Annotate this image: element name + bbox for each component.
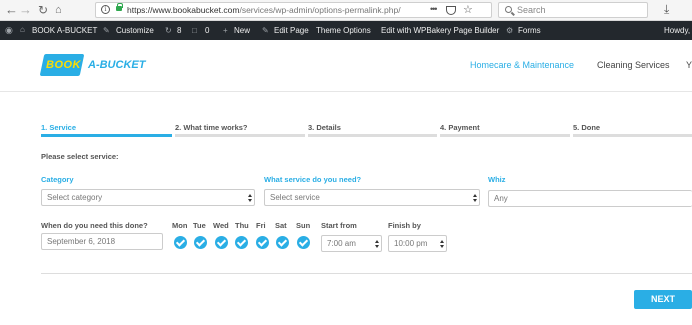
day-checkbox-sun[interactable] <box>297 236 310 249</box>
wp-admin-bar: ◉ ⌂ BOOK A-BUCKET ✎ Customize ↻ 8 □ 0 + … <box>0 21 692 40</box>
address-bar[interactable]: i https://www.bookabucket.com/services/w… <box>95 2 492 18</box>
home-icon[interactable]: ⌂ <box>20 25 25 34</box>
updates-count[interactable]: 8 <box>177 26 181 35</box>
section-title: Please select service: <box>41 152 119 161</box>
step-progress-done <box>573 134 692 137</box>
day-label-thu: Thu <box>235 221 249 230</box>
day-label-fri: Fri <box>256 221 266 230</box>
url-text: https://www.bookabucket.com/services/wp-… <box>127 5 401 15</box>
category-select-value: Select category <box>47 193 103 202</box>
day-label-sat: Sat <box>275 221 287 230</box>
day-label-sun: Sun <box>296 221 311 230</box>
form-divider <box>41 273 692 274</box>
admin-forms[interactable]: Forms <box>518 26 541 35</box>
browser-toolbar: ← → ↻ ⌂ i https://www.bookabucket.com/se… <box>0 0 692 21</box>
day-checkbox-sat[interactable] <box>276 236 289 249</box>
service-select-value: Select service <box>270 193 320 202</box>
forward-arrow-icon[interactable]: → <box>19 3 32 17</box>
comments-icon: □ <box>192 26 197 35</box>
category-label: Category <box>41 175 74 184</box>
page-actions-icon[interactable]: ••• <box>430 4 438 14</box>
admin-howdy[interactable]: Howdy, <box>664 26 690 35</box>
whiz-select-value: Any <box>494 194 508 203</box>
nav-homecare[interactable]: Homecare & Maintenance <box>470 60 574 70</box>
pocket-icon[interactable] <box>446 6 456 15</box>
finish-time-select[interactable]: 10:00 pm <box>388 235 447 252</box>
nav-more[interactable]: Y <box>686 60 692 70</box>
finish-time-value: 10:00 pm <box>394 239 428 248</box>
step-payment[interactable]: 4. Payment <box>440 123 480 132</box>
home-icon[interactable]: ⌂ <box>55 3 62 17</box>
whiz-label: Whiz <box>488 175 506 184</box>
forms-icon: ⚙ <box>506 26 514 35</box>
select-arrows-icon <box>374 237 380 250</box>
step-done[interactable]: 5. Done <box>573 123 600 132</box>
day-checkbox-wed[interactable] <box>215 236 228 249</box>
next-button[interactable]: NEXT <box>634 290 692 309</box>
service-select[interactable]: Select service <box>264 189 480 206</box>
step-progress-details <box>308 134 437 137</box>
step-progress-service <box>41 134 172 137</box>
reload-icon[interactable]: ↻ <box>38 3 48 17</box>
info-icon[interactable]: i <box>101 5 110 14</box>
admin-edit-page[interactable]: Edit Page <box>274 26 309 35</box>
day-checkbox-mon[interactable] <box>174 236 187 249</box>
start-time-select[interactable]: 7:00 am <box>321 235 382 252</box>
customize-icon: ✎ <box>103 26 110 35</box>
site-logo[interactable]: BOOK A-BUCKET <box>39 54 164 76</box>
updates-icon: ↻ <box>165 26 172 35</box>
select-arrows-icon <box>247 191 253 204</box>
finish-label: Finish by <box>388 221 421 230</box>
admin-wpbakery[interactable]: Edit with WPBakery Page Builder <box>381 26 499 35</box>
admin-customize[interactable]: Customize <box>116 26 154 35</box>
day-checkbox-tue[interactable] <box>194 236 207 249</box>
lock-icon <box>116 3 123 11</box>
bookmark-star-icon[interactable]: ☆ <box>463 3 473 16</box>
browser-search-input[interactable]: Search <box>498 2 648 18</box>
day-label-mon: Mon <box>172 221 188 230</box>
select-arrows-icon <box>439 237 445 250</box>
start-label: Start from <box>321 221 357 230</box>
admin-theme-options[interactable]: Theme Options <box>316 26 371 35</box>
search-icon <box>505 6 512 13</box>
step-progress-payment <box>440 134 570 137</box>
site-header: BOOK A-BUCKET Homecare & Maintenance Cle… <box>0 40 692 92</box>
date-label: When do you need this done? <box>41 221 148 230</box>
day-checkbox-fri[interactable] <box>256 236 269 249</box>
step-progress-time <box>175 134 305 137</box>
date-input-value: September 6, 2018 <box>47 237 116 246</box>
step-time[interactable]: 2. What time works? <box>175 123 248 132</box>
wordpress-logo-icon[interactable]: ◉ <box>5 25 13 36</box>
step-service[interactable]: 1. Service <box>41 123 76 132</box>
admin-new[interactable]: New <box>234 26 250 35</box>
whiz-select[interactable]: Any <box>488 190 692 207</box>
plus-icon: + <box>223 26 228 35</box>
back-arrow-icon[interactable]: ← <box>5 3 18 17</box>
comments-count[interactable]: 0 <box>205 26 209 35</box>
logo-rest-text: A-BUCKET <box>88 59 146 71</box>
date-input[interactable]: September 6, 2018 <box>41 233 163 250</box>
logo-book-text: BOOK <box>46 59 81 71</box>
day-label-wed: Wed <box>213 221 229 230</box>
service-label: What service do you need? <box>264 175 362 184</box>
select-arrows-icon <box>472 191 478 204</box>
search-placeholder: Search <box>517 5 546 15</box>
day-label-tue: Tue <box>193 221 206 230</box>
admin-site-name[interactable]: BOOK A-BUCKET <box>32 26 97 35</box>
download-icon[interactable]: ⤓ <box>664 2 669 17</box>
start-time-value: 7:00 am <box>327 239 356 248</box>
day-checkbox-thu[interactable] <box>235 236 248 249</box>
edit-icon: ✎ <box>262 26 269 35</box>
category-select[interactable]: Select category <box>41 189 255 206</box>
nav-cleaning[interactable]: Cleaning Services <box>597 60 670 70</box>
step-details[interactable]: 3. Details <box>308 123 341 132</box>
